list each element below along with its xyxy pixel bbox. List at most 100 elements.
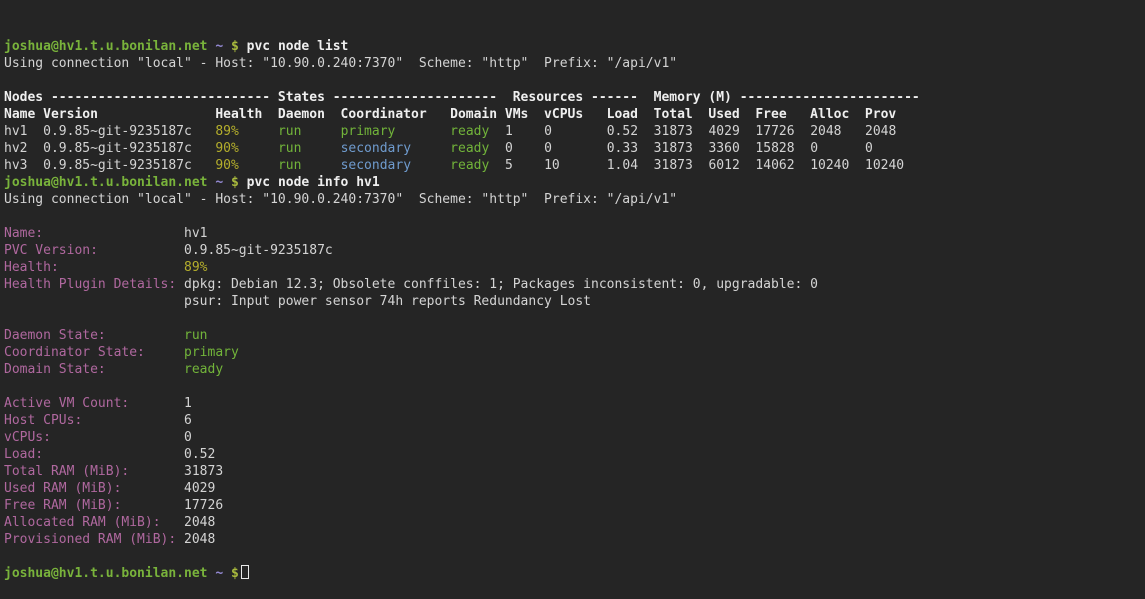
blank-line bbox=[4, 208, 1145, 225]
info-label: PVC Version: bbox=[4, 243, 98, 258]
blank-line bbox=[4, 310, 1145, 327]
gap bbox=[301, 158, 340, 173]
info-line-health-plugin-details: Health Plugin Details: dpkg: Debian 12.3… bbox=[4, 276, 1145, 293]
info-label: Host CPUs: bbox=[4, 413, 82, 428]
domain-state: ready bbox=[450, 124, 489, 139]
info-value: 0.9.85~git-9235187c bbox=[98, 243, 333, 258]
prompt-line-active: joshua@hv1.t.u.bonilan.net ~ $ bbox=[4, 565, 1145, 582]
connection-info-line: Using connection "local" - Host: "10.90.… bbox=[4, 191, 1145, 208]
prompt-user-host: joshua@hv1.t.u.bonilan.net bbox=[4, 566, 208, 581]
gap bbox=[301, 124, 340, 139]
node-row-hv2: hv2 0.9.85~git-9235187c 90% run secondar… bbox=[4, 140, 1145, 157]
info-label: Used RAM (MiB): bbox=[4, 481, 121, 496]
info-label: vCPUs: bbox=[4, 430, 51, 445]
info-line-used-ram: Used RAM (MiB): 4029 bbox=[4, 480, 1145, 497]
prompt-cwd: ~ bbox=[208, 175, 231, 190]
info-value: 2048 bbox=[161, 515, 216, 530]
info-value: 6 bbox=[82, 413, 192, 428]
info-label: Health Plugin Details: bbox=[4, 277, 176, 292]
info-value: dpkg: Debian 12.3; Obsolete conffiles: 1… bbox=[176, 277, 818, 292]
command-text: pvc node list bbox=[247, 39, 349, 54]
info-value: 0 bbox=[51, 430, 192, 445]
domain-state: ready bbox=[184, 362, 223, 377]
prompt-line: joshua@hv1.t.u.bonilan.net ~ $ pvc node … bbox=[4, 38, 1145, 55]
info-label: Name: bbox=[4, 226, 43, 241]
info-label: Active VM Count: bbox=[4, 396, 129, 411]
blank-line bbox=[4, 548, 1145, 565]
prompt-user-host: joshua@hv1.t.u.bonilan.net bbox=[4, 39, 208, 54]
connection-info-line: Using connection "local" - Host: "10.90.… bbox=[4, 55, 1145, 72]
node-row-hv3: hv3 0.9.85~git-9235187c 90% run secondar… bbox=[4, 157, 1145, 174]
info-line-domain-state: Domain State: ready bbox=[4, 361, 1145, 378]
info-label: Free RAM (MiB): bbox=[4, 498, 121, 513]
command-text: pvc node info hv1 bbox=[247, 175, 380, 190]
info-line-health: Health: 89% bbox=[4, 259, 1145, 276]
blank-line bbox=[4, 378, 1145, 395]
prompt-user-host: joshua@hv1.t.u.bonilan.net bbox=[4, 175, 208, 190]
info-value: 4029 bbox=[121, 481, 215, 496]
daemon-state: run bbox=[184, 328, 207, 343]
terminal-cursor[interactable] bbox=[241, 565, 249, 579]
domain-state: ready bbox=[450, 141, 489, 156]
resource-memory-values: 5 10 1.04 31873 6012 14062 10240 10240 bbox=[489, 158, 904, 173]
health-value: 89% bbox=[215, 124, 238, 139]
coordinator-state: primary bbox=[184, 345, 239, 360]
info-label: Allocated RAM (MiB): bbox=[4, 515, 161, 530]
info-line-provisioned-ram: Provisioned RAM (MiB): 2048 bbox=[4, 531, 1145, 548]
coordinator-state: secondary bbox=[341, 141, 411, 156]
gap bbox=[395, 124, 450, 139]
node-table-column-header: Name Version Health Daemon Coordinator D… bbox=[4, 106, 1145, 123]
info-line-vcpus: vCPUs: 0 bbox=[4, 429, 1145, 446]
coordinator-state: primary bbox=[341, 124, 396, 139]
node-name-version: hv3 0.9.85~git-9235187c bbox=[4, 158, 215, 173]
info-label: Health: bbox=[4, 260, 59, 275]
info-line-load: Load: 0.52 bbox=[4, 446, 1145, 463]
health-value: 90% bbox=[215, 158, 238, 173]
gap bbox=[106, 328, 184, 343]
prompt-line: joshua@hv1.t.u.bonilan.net ~ $ pvc node … bbox=[4, 174, 1145, 191]
info-label: Load: bbox=[4, 447, 43, 462]
info-line-allocated-ram: Allocated RAM (MiB): 2048 bbox=[4, 514, 1145, 531]
daemon-state: run bbox=[278, 124, 301, 139]
health-value: 89% bbox=[184, 260, 207, 275]
table-column-header-text: Name Version Health Daemon Coordinator D… bbox=[4, 107, 896, 122]
gap bbox=[411, 158, 450, 173]
connection-info: Using connection "local" - Host: "10.90.… bbox=[4, 56, 677, 71]
blank-line bbox=[4, 72, 1145, 89]
info-line-free-ram: Free RAM (MiB): 17726 bbox=[4, 497, 1145, 514]
terminal-window: joshua@hv1.t.u.bonilan.net ~ $ pvc node … bbox=[0, 0, 1145, 555]
info-value: 31873 bbox=[129, 464, 223, 479]
info-line-host-cpus: Host CPUs: 6 bbox=[4, 412, 1145, 429]
node-name-version: hv1 0.9.85~git-9235187c bbox=[4, 124, 215, 139]
prompt-cwd: ~ bbox=[208, 566, 231, 581]
gap bbox=[145, 345, 184, 360]
info-label: Provisioned RAM (MiB): bbox=[4, 532, 176, 547]
info-label: Total RAM (MiB): bbox=[4, 464, 129, 479]
terminal-screen: joshua@hv1.t.u.bonilan.net ~ $ pvc node … bbox=[4, 38, 1145, 582]
prompt-symbol: $ bbox=[231, 39, 247, 54]
prompt-cwd: ~ bbox=[208, 39, 231, 54]
node-table-group-header: Nodes ---------------------------- State… bbox=[4, 89, 1145, 106]
gap bbox=[239, 141, 278, 156]
info-label: Daemon State: bbox=[4, 328, 106, 343]
info-value: 0.52 bbox=[43, 447, 215, 462]
info-value: 17726 bbox=[121, 498, 223, 513]
gap bbox=[239, 124, 278, 139]
info-line-daemon-state: Daemon State: run bbox=[4, 327, 1145, 344]
health-value: 90% bbox=[215, 141, 238, 156]
prompt-symbol: $ bbox=[231, 175, 247, 190]
domain-state: ready bbox=[450, 158, 489, 173]
prompt-symbol: $ bbox=[231, 566, 239, 581]
connection-info: Using connection "local" - Host: "10.90.… bbox=[4, 192, 677, 207]
info-label: Domain State: bbox=[4, 362, 106, 377]
info-line-pvc-version: PVC Version: 0.9.85~git-9235187c bbox=[4, 242, 1145, 259]
daemon-state: run bbox=[278, 141, 301, 156]
resource-memory-values: 0 0 0.33 31873 3360 15828 0 0 bbox=[489, 141, 873, 156]
coordinator-state: secondary bbox=[341, 158, 411, 173]
gap bbox=[106, 362, 184, 377]
info-value: psur: Input power sensor 74h reports Red… bbox=[4, 294, 591, 309]
info-line-health-plugin-details-cont: psur: Input power sensor 74h reports Red… bbox=[4, 293, 1145, 310]
node-name-version: hv2 0.9.85~git-9235187c bbox=[4, 141, 215, 156]
node-row-hv1: hv1 0.9.85~git-9235187c 89% run primary … bbox=[4, 123, 1145, 140]
gap bbox=[301, 141, 340, 156]
